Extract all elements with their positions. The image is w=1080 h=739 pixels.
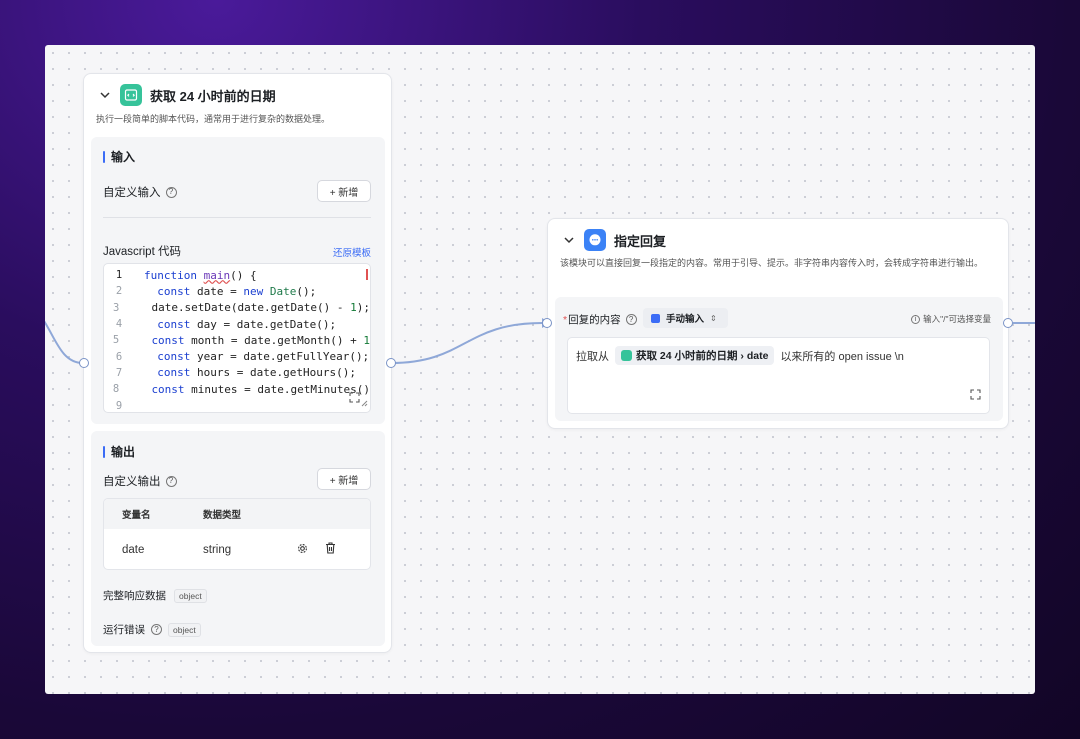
section-title-text: 输入 <box>111 150 136 164</box>
full-response-row: 完整响应数据 object <box>103 588 207 603</box>
chevron-up-down-icon: ⇕ <box>710 313 717 323</box>
reply-node[interactable]: 指定回复 该模块可以直接回复一段指定的内容。常用于引导、提示。非字符串内容传入时… <box>547 218 1009 429</box>
help-icon[interactable]: ? <box>625 314 637 325</box>
code-node-output-port[interactable] <box>386 358 396 368</box>
custom-output-label: 自定义输出 ? <box>103 473 177 489</box>
section-title-output: 输出 <box>103 443 135 460</box>
custom-input-label: 自定义输入 ? <box>103 184 177 200</box>
add-output-button[interactable]: + 新增 <box>317 468 371 490</box>
cursor-marker <box>366 269 368 280</box>
divider <box>103 217 371 218</box>
info-icon: i <box>911 314 921 324</box>
content-label-text: 回复的内容 <box>568 314 621 326</box>
code-icon <box>120 84 142 106</box>
code-line: 4 const day = date.getDate(); <box>115 317 337 331</box>
code-line: 2 const date = new Date(); <box>115 284 317 298</box>
col-name-header: 变量名 <box>122 510 151 521</box>
variable-chip-label: 获取 24 小时前的日期 › date <box>636 350 769 362</box>
output-table: 变量名 数据类型 date string <box>103 498 371 570</box>
section-title-text: 输出 <box>111 445 136 459</box>
code-node[interactable]: 获取 24 小时前的日期 执行一段简单的脚本代码，通常用于进行复杂的数据处理。 … <box>83 73 392 653</box>
code-line: 5 const month = date.getMonth() + 1 <box>112 333 370 347</box>
col-type-header: 数据类型 <box>203 510 242 521</box>
settings-icon[interactable] <box>297 543 308 557</box>
help-icon[interactable]: ? <box>151 624 162 635</box>
code-line: 8 const minutes = date.getMinutes() <box>112 382 370 396</box>
code-line: 6 const year = date.getFullYear(); <box>115 350 370 364</box>
chevron-down-icon[interactable] <box>98 88 112 102</box>
input-mode-label: 手动输入 <box>666 314 705 325</box>
table-row[interactable]: date string <box>104 529 370 569</box>
var-name-cell: date <box>122 543 145 556</box>
help-icon[interactable]: ? <box>165 475 177 487</box>
accent-bar <box>103 150 105 163</box>
runtime-error-label: 运行错误 <box>103 624 145 636</box>
add-input-button[interactable]: + 新增 <box>317 180 371 202</box>
expand-icon[interactable] <box>349 392 360 406</box>
reply-node-output-port[interactable] <box>1003 318 1013 328</box>
expand-icon[interactable] <box>970 387 981 405</box>
custom-input-text: 自定义输入 <box>103 187 161 199</box>
output-section: 输出 自定义输出 ? + 新增 变量名 数据类型 date string 完整响… <box>91 431 385 646</box>
restore-template-link[interactable]: 还原模板 <box>333 245 371 259</box>
reply-content-section: * 回复的内容 ? 手动输入 ⇕ i 输入"/"可选择变量 拉取从 获取 24 … <box>555 297 1003 421</box>
variable-hint: i 输入"/"可选择变量 <box>911 313 991 325</box>
help-icon[interactable]: ? <box>165 186 177 198</box>
type-badge: object <box>174 588 207 603</box>
node-title: 获取 24 小时前的日期 <box>150 88 276 104</box>
node-description: 该模块可以直接回复一段指定的内容。常用于引导、提示。非字符串内容传入时，会转成字… <box>560 258 984 268</box>
input-mode-select[interactable]: 手动输入 ⇕ <box>643 308 728 328</box>
content-label: * 回复的内容 ? <box>563 312 637 327</box>
node-description: 执行一段简单的脚本代码，通常用于进行复杂的数据处理。 <box>96 114 331 124</box>
reply-content-editor[interactable]: 拉取从 获取 24 小时前的日期 › date 以来所有的 open issue… <box>567 337 990 414</box>
connection-edge <box>390 322 543 364</box>
code-line: 9 <box>115 399 123 412</box>
accent-bar <box>103 445 105 458</box>
reply-text-prefix: 拉取从 <box>576 350 609 363</box>
table-header: 变量名 数据类型 <box>104 499 370 529</box>
code-icon <box>621 350 632 361</box>
code-editor[interactable]: 1 function main() { 2 const date = new Da… <box>103 263 371 413</box>
edit-icon <box>651 313 660 323</box>
hint-text: 输入"/"可选择变量 <box>923 314 991 324</box>
type-badge: object <box>168 622 201 637</box>
var-type-cell: string <box>203 543 232 556</box>
variable-chip[interactable]: 获取 24 小时前的日期 › date <box>615 346 775 365</box>
reply-node-input-port[interactable] <box>542 318 552 328</box>
code-line: 3 date.setDate(date.getDate() - 1); <box>112 301 370 315</box>
code-node-input-port[interactable] <box>79 358 89 368</box>
incoming-edge <box>45 320 84 364</box>
runtime-error-row: 运行错误 ? object <box>103 622 201 637</box>
custom-output-text: 自定义输出 <box>103 476 161 488</box>
chat-bubble-icon <box>584 229 606 251</box>
code-line: 7 const hours = date.getHours(); <box>115 366 356 380</box>
delete-icon[interactable] <box>325 542 336 557</box>
reply-text-suffix: 以来所有的 open issue \n <box>780 350 904 363</box>
chevron-down-icon[interactable] <box>562 233 576 247</box>
workflow-canvas[interactable]: 获取 24 小时前的日期 执行一段简单的脚本代码，通常用于进行复杂的数据处理。 … <box>45 45 1035 694</box>
required-mark: * <box>563 313 568 326</box>
resize-handle-icon[interactable] <box>360 397 368 410</box>
code-label: Javascript 代码 <box>103 246 181 258</box>
input-section: 输入 自定义输入 ? + 新增 Javascript 代码 还原模板 1 func… <box>91 137 385 424</box>
section-title-input: 输入 <box>103 148 135 165</box>
code-line: 1 function main() { <box>115 268 257 282</box>
node-title: 指定回复 <box>614 233 667 249</box>
full-response-label: 完整响应数据 <box>103 590 166 602</box>
